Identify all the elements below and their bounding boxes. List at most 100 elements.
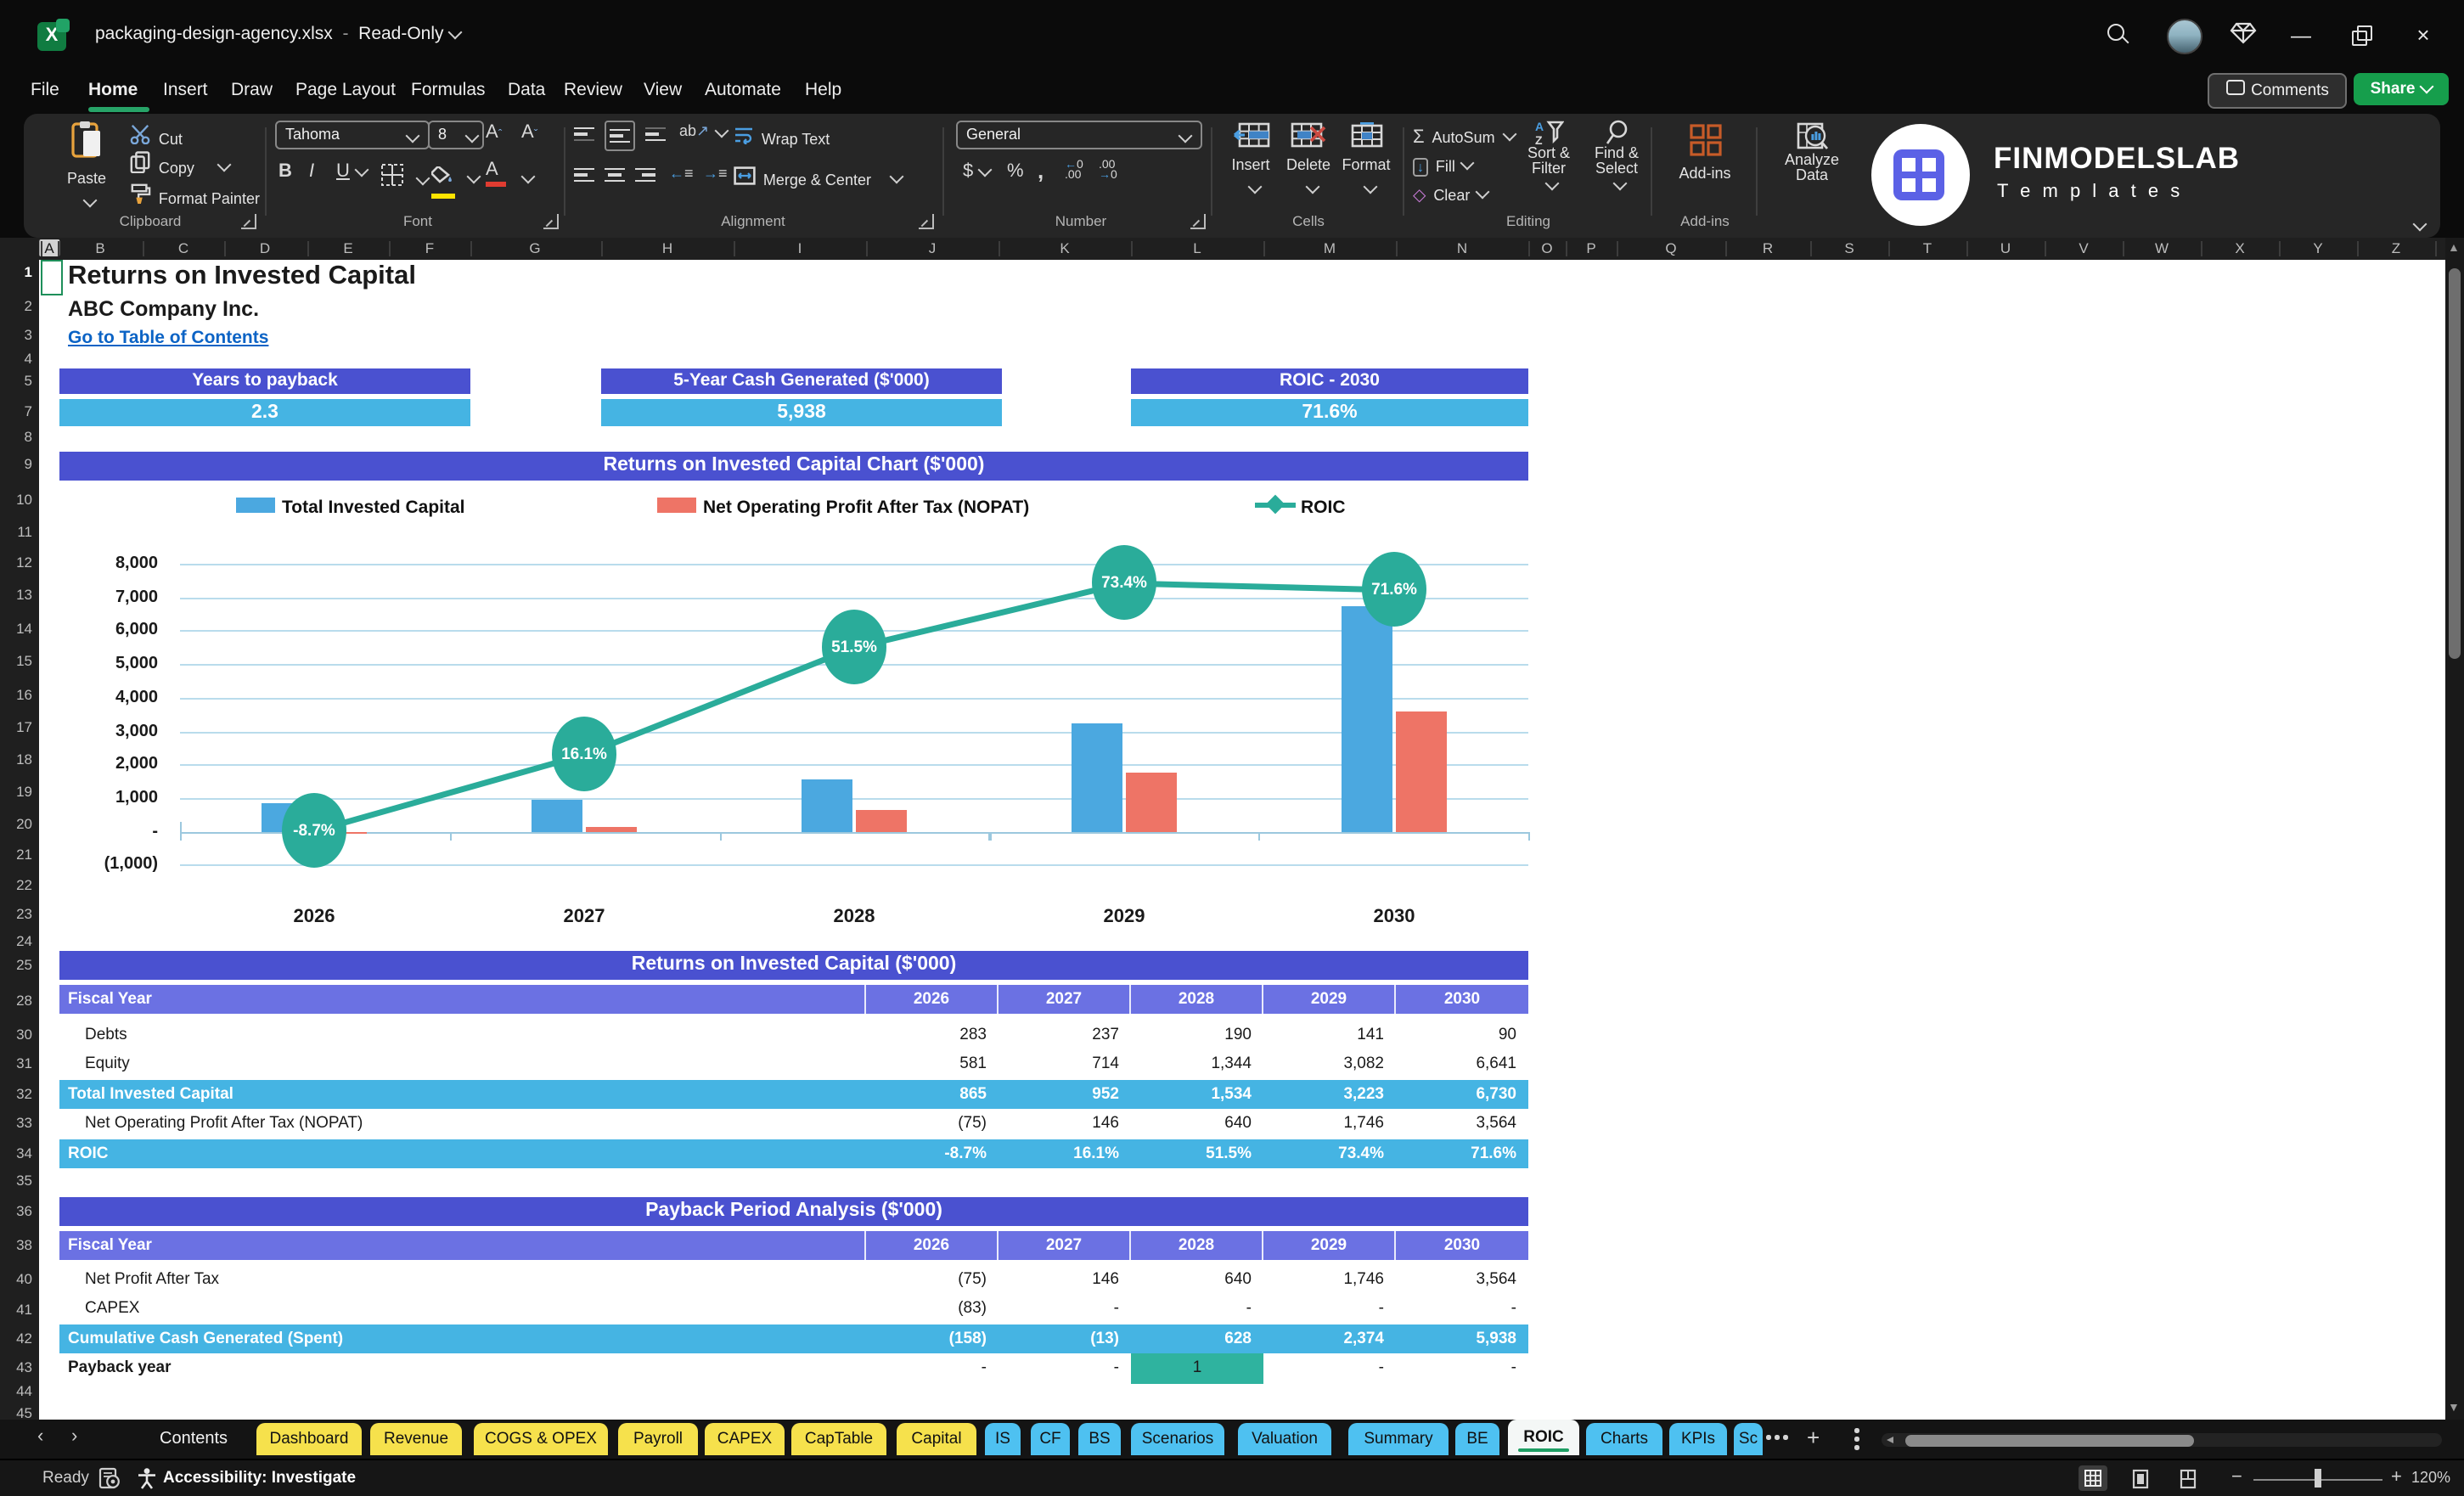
sheet-tab-captable[interactable]: CapTable xyxy=(791,1423,886,1455)
page-break-view-button[interactable] xyxy=(2174,1465,2202,1491)
row-header-38[interactable]: 38 xyxy=(16,1236,32,1253)
align-left-button[interactable] xyxy=(574,165,594,185)
column-header-P[interactable]: P xyxy=(1586,239,1595,256)
zoom-out-button[interactable]: − xyxy=(2231,1467,2242,1488)
row-header-28[interactable]: 28 xyxy=(16,992,32,1009)
column-header-Z[interactable]: Z xyxy=(2392,239,2400,256)
column-header-R[interactable]: R xyxy=(1763,239,1773,256)
row-header-45[interactable]: 45 xyxy=(16,1404,32,1421)
sheet-tab-summary[interactable]: Summary xyxy=(1348,1423,1449,1455)
row-header-12[interactable]: 12 xyxy=(16,554,32,571)
row-header-5[interactable]: 5 xyxy=(25,372,32,389)
number-format-select[interactable]: General xyxy=(956,121,1202,149)
row-header-1[interactable]: 1 xyxy=(25,263,32,280)
row-headers[interactable]: 1234578910111213141516171819202122232425… xyxy=(0,259,41,1420)
zoom-level[interactable]: 120% xyxy=(2411,1469,2450,1486)
row-header-3[interactable]: 3 xyxy=(25,326,32,343)
row-header-41[interactable]: 41 xyxy=(16,1301,32,1318)
menu-tab-insert[interactable]: Insert xyxy=(160,75,211,105)
horizontal-scrollbar-thumb[interactable] xyxy=(1905,1434,2194,1446)
underline-button[interactable]: U xyxy=(336,161,367,182)
hscroll-left-arrow[interactable] xyxy=(1887,1436,1893,1443)
menu-tab-home[interactable]: Home xyxy=(85,75,141,105)
borders-button[interactable] xyxy=(380,163,429,195)
grow-font-button[interactable]: Aˆ xyxy=(486,122,502,143)
sheet-tab-capital[interactable]: Capital xyxy=(897,1423,976,1455)
font-color-button[interactable]: A xyxy=(486,160,506,187)
align-middle-button[interactable] xyxy=(605,121,635,151)
sheet-tab-payroll[interactable]: Payroll xyxy=(618,1423,698,1455)
percent-format-button[interactable]: % xyxy=(1007,161,1024,182)
clear-button[interactable]: ◇ Clear xyxy=(1413,178,1487,209)
row-header-25[interactable]: 25 xyxy=(16,956,32,973)
currency-format-button[interactable]: $ xyxy=(963,161,990,182)
wrap-text-button[interactable]: Wrap Text xyxy=(734,122,830,153)
row-header-34[interactable]: 34 xyxy=(16,1144,32,1161)
menu-tab-automate[interactable]: Automate xyxy=(701,75,785,105)
comma-format-button[interactable]: , xyxy=(1038,158,1044,183)
column-header-T[interactable]: T xyxy=(1923,239,1932,256)
share-button[interactable]: Share xyxy=(2354,73,2449,105)
sheet-options-button[interactable] xyxy=(1854,1428,1859,1449)
menu-tab-data[interactable]: Data xyxy=(504,75,548,105)
search-icon[interactable] xyxy=(2102,20,2133,51)
new-sheet-button[interactable]: + xyxy=(1807,1425,1820,1450)
restore-button[interactable] xyxy=(2345,20,2376,51)
row-header-19[interactable]: 19 xyxy=(16,783,32,800)
align-right-button[interactable] xyxy=(635,165,655,185)
decrease-indent-button[interactable]: ←≡ xyxy=(669,165,694,182)
column-headers[interactable]: ABCDEFGHIJKLMNOPQRSTUVWXYZ xyxy=(0,238,2464,261)
row-header-2[interactable]: 2 xyxy=(25,297,32,314)
analyze-data-button[interactable]: AnalyzeData xyxy=(1776,122,1848,183)
accessibility-status[interactable]: Accessibility: Investigate xyxy=(163,1469,356,1488)
menu-tab-draw[interactable]: Draw xyxy=(228,75,276,105)
column-header-C[interactable]: C xyxy=(178,239,188,256)
sheet-tab-contents[interactable]: Contents xyxy=(149,1423,238,1455)
row-header-9[interactable]: 9 xyxy=(25,455,32,472)
column-header-S[interactable]: S xyxy=(1844,239,1854,256)
italic-button[interactable]: I xyxy=(309,161,314,182)
menu-tab-page-layout[interactable]: Page Layout xyxy=(292,75,399,105)
row-header-17[interactable]: 17 xyxy=(16,718,32,735)
row-header-13[interactable]: 13 xyxy=(16,586,32,603)
row-header-20[interactable]: 20 xyxy=(16,815,32,832)
shrink-font-button[interactable]: Aˇ xyxy=(521,122,537,143)
zoom-in-button[interactable]: + xyxy=(2391,1467,2402,1488)
sheet-tab-cogs-opex[interactable]: COGS & OPEX xyxy=(474,1423,608,1455)
column-header-A[interactable]: A xyxy=(39,239,59,256)
font-name-select[interactable]: Tahoma xyxy=(275,121,430,149)
fill-color-button[interactable] xyxy=(431,161,455,199)
row-header-7[interactable]: 7 xyxy=(25,402,32,419)
column-header-G[interactable]: G xyxy=(529,239,540,256)
row-header-8[interactable]: 8 xyxy=(25,428,32,445)
autosum-button[interactable]: Σ AutoSum xyxy=(1413,121,1516,151)
column-header-M[interactable]: M xyxy=(1324,239,1336,256)
page-layout-view-button[interactable] xyxy=(2126,1465,2155,1491)
sheet-tab-scenarios[interactable]: Scenarios xyxy=(1131,1423,1224,1455)
column-header-H[interactable]: H xyxy=(662,239,672,256)
sheet-tab-valuation[interactable]: Valuation xyxy=(1238,1423,1331,1455)
row-header-43[interactable]: 43 xyxy=(16,1358,32,1375)
tab-scroll-right[interactable]: › xyxy=(71,1426,77,1447)
row-header-24[interactable]: 24 xyxy=(16,932,32,949)
row-header-11[interactable]: 11 xyxy=(17,523,32,540)
fill-button[interactable]: ↓ Fill xyxy=(1413,149,1472,180)
bold-button[interactable]: B xyxy=(278,161,292,182)
row-header-21[interactable]: 21 xyxy=(16,846,32,863)
format-painter-button[interactable]: Format Painter xyxy=(129,182,260,212)
sheet-tab-roic[interactable]: ROIC xyxy=(1508,1420,1579,1455)
column-header-D[interactable]: D xyxy=(260,239,270,256)
fill-color-chevron[interactable] xyxy=(467,170,481,184)
sheet-area[interactable]: Returns on Invested Capital ABC Company … xyxy=(39,259,2445,1420)
row-header-10[interactable]: 10 xyxy=(16,491,32,508)
column-header-Y[interactable]: Y xyxy=(2313,239,2322,256)
paste-button[interactable]: Paste xyxy=(58,121,115,217)
row-header-42[interactable]: 42 xyxy=(16,1330,32,1347)
row-header-30[interactable]: 30 xyxy=(16,1026,32,1043)
number-dialog-launcher[interactable] xyxy=(1190,214,1206,229)
sheet-tab-charts[interactable]: Charts xyxy=(1586,1423,1662,1455)
avatar[interactable] xyxy=(2167,19,2202,54)
increase-decimal-button[interactable]: ←0.00 xyxy=(1065,161,1083,182)
horizontal-scrollbar[interactable] xyxy=(1882,1433,2442,1447)
menu-tab-view[interactable]: View xyxy=(640,75,685,105)
